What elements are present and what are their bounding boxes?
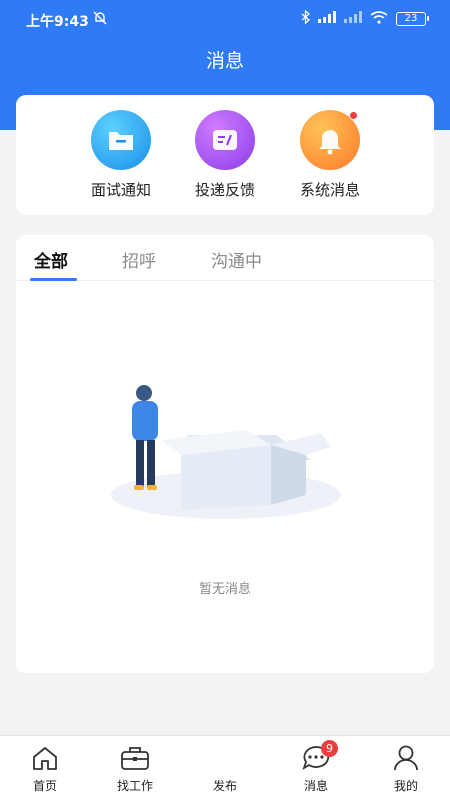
quick-action-feedback[interactable]: 投递反馈 [175,110,275,200]
signal-icon [318,11,336,27]
tab-indicator [30,278,77,281]
tab-all[interactable]: 全部 [34,247,68,272]
signal-icon-secondary [344,11,362,27]
tab-communicating[interactable]: 沟通中 [211,247,262,272]
publish-icon [190,742,260,774]
tabbar-label: 发布 [212,779,237,793]
tabbar-jobs[interactable]: 找工作 [100,742,170,794]
quick-action-system[interactable]: 系统消息 [280,110,380,200]
quick-action-label: 投递反馈 [194,181,255,199]
page-title: 消息 [205,50,244,72]
bottom-tab-bar: 首页 找工作 发布 9 消息 我的 [0,735,450,800]
briefcase-icon [100,742,170,774]
tab-greeting[interactable]: 招呼 [122,247,156,272]
quick-actions-card: 面试通知 投递反馈 系统消息 [16,95,434,215]
quick-action-label: 面试通知 [90,181,151,199]
tabbar-label: 消息 [303,779,328,793]
user-icon [371,742,441,774]
tabbar-profile[interactable]: 我的 [371,742,441,794]
folder-icon [91,110,151,170]
status-bar: 上午9:43 23 [0,0,450,40]
message-list-card: 全部 招呼 沟通中 暂无消息 [16,235,434,673]
tabbar-label: 我的 [393,779,418,793]
bluetooth-icon [301,9,310,28]
chat-icon: 9 [281,740,351,774]
quick-action-interview[interactable]: 面试通知 [71,110,171,200]
message-tabs: 全部 招呼 沟通中 [16,235,434,281]
empty-state-illustration [106,385,346,529]
tabbar-label: 找工作 [116,779,153,793]
empty-state-text: 暂无消息 [198,582,251,597]
tabbar-home[interactable]: 首页 [10,742,80,794]
mute-bell-icon [93,11,107,29]
quick-action-label: 系统消息 [299,181,360,199]
battery-indicator: 23 [396,12,429,26]
tabbar-publish[interactable]: 发布 [190,742,260,794]
home-icon [10,742,80,774]
tabbar-messages[interactable]: 9 消息 [281,740,351,794]
wifi-icon [370,10,388,28]
status-time: 上午9:43 [26,14,89,30]
status-indicators: 23 [301,9,429,28]
feedback-icon [195,110,255,170]
bell-icon [300,110,360,170]
message-count-badge: 9 [321,740,338,757]
tabbar-label: 首页 [32,779,57,793]
unread-dot [349,111,358,120]
